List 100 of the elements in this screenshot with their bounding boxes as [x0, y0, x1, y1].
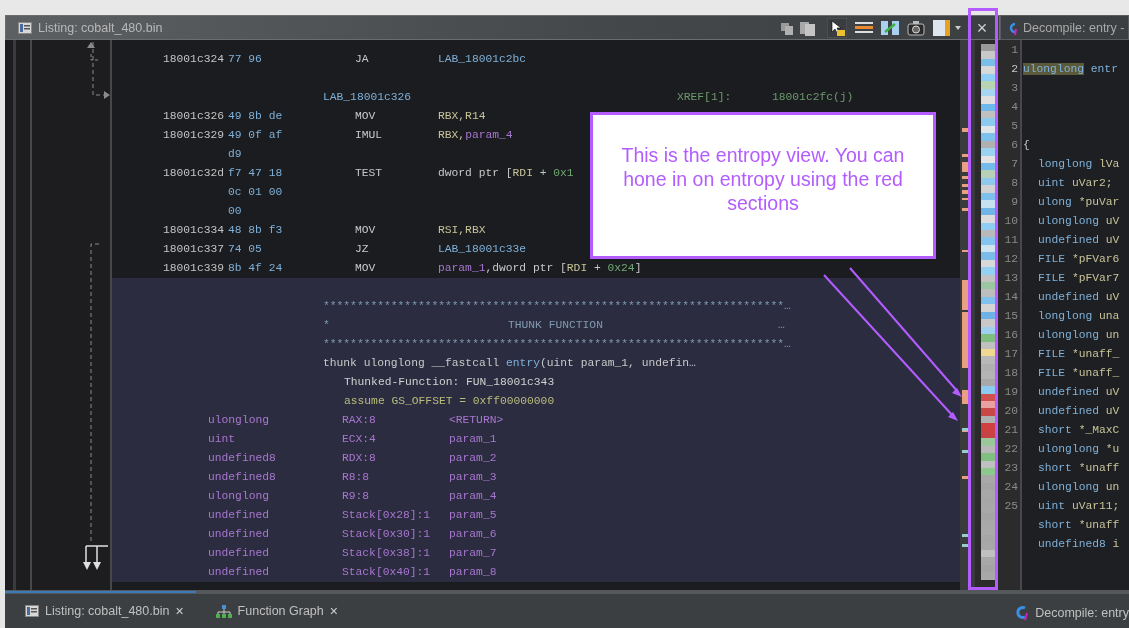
param-storage: RDX:8 — [342, 451, 377, 466]
line-number: 14 — [1003, 290, 1019, 305]
param-storage: Stack[0x38]:1 — [342, 546, 432, 561]
operands-text: RBX,param_4 — [438, 128, 513, 143]
line-number: 22 — [1003, 442, 1019, 457]
line-number: 6 — [1010, 138, 1019, 153]
param-storage: R9:8 — [342, 489, 371, 504]
decompile-icon — [1007, 20, 1019, 35]
list-icon[interactable] — [855, 20, 873, 35]
line-number: 20 — [1003, 404, 1019, 419]
line-number: 4 — [1010, 100, 1019, 115]
operands-text: RSI,RBX — [438, 223, 486, 238]
param-type: ulonglong — [208, 489, 270, 504]
window-title: Listing: cobalt_480.bin — [38, 20, 163, 35]
close-button[interactable]: × — [969, 16, 995, 39]
close-icon[interactable]: × — [329, 603, 338, 619]
line-number: 3 — [1010, 81, 1019, 96]
mnemonic-text: JA — [355, 52, 370, 67]
code-line: ulong *puVar — [1037, 195, 1120, 210]
panel-tab[interactable]: Decompile: entry — [1035, 606, 1129, 620]
param-type: undefined8 — [208, 451, 277, 466]
line-number: 5 — [1010, 119, 1019, 134]
bytes-text: f7 47 18 — [228, 166, 284, 181]
bytes-text: 8b 4f 24 — [228, 261, 284, 276]
address-text: 18001c334 — [163, 223, 225, 238]
line-number: 10 — [1003, 214, 1019, 229]
code-line: undefined uV — [1037, 290, 1120, 305]
bytes-text: 49 8b de — [228, 109, 284, 124]
code-line: ulonglong entr — [1022, 62, 1118, 77]
mnemonic-text: TEST — [355, 166, 384, 181]
line-number: 8 — [1010, 176, 1019, 191]
bytes-text: 0c 01 00 — [228, 185, 284, 200]
panel-tab[interactable]: Function Graph × — [195, 591, 350, 628]
code-line: ulonglong un — [1037, 480, 1120, 495]
address-text: 18001c32d — [163, 166, 225, 181]
line-number: 16 — [1003, 328, 1019, 343]
line-number: 9 — [1010, 195, 1019, 210]
cursor-icon[interactable] — [827, 17, 847, 38]
param-name: param_2 — [449, 451, 497, 466]
bytes-text: d9 — [228, 147, 243, 162]
param-name: param_4 — [449, 489, 497, 504]
line-number: 19 — [1003, 385, 1019, 400]
param-type: undefined8 — [208, 470, 277, 485]
code-line: short *_MaxC — [1037, 423, 1120, 438]
camera-icon[interactable] — [907, 19, 925, 36]
code-line: ulonglong un — [1037, 328, 1120, 343]
mnemonic-text: MOV — [355, 223, 377, 238]
line-number: 23 — [1003, 461, 1019, 476]
banner-text: ********************************************************************… — [323, 299, 791, 314]
code-line: ulonglong *u — [1037, 442, 1120, 457]
xref-value: 18001c2fc(j) — [772, 90, 855, 105]
line-number: 15 — [1003, 309, 1019, 324]
code-line: undefined uV — [1037, 385, 1120, 400]
mnemonic-text: JZ — [355, 242, 370, 257]
thunked-function-text: Thunked-Function: FUN_18001c343 — [344, 375, 555, 390]
operands-text: param_1,dword ptr [RDI + 0x24] — [438, 261, 642, 276]
param-storage: R8:8 — [342, 470, 371, 485]
code-line: FILE *unaff_ — [1037, 366, 1120, 381]
code-line: undefined8 i — [1037, 537, 1120, 552]
code-line: uint uVar2; — [1037, 176, 1113, 191]
panel-tab[interactable]: Listing: cobalt_480.bin × — [5, 591, 196, 628]
address-text: 18001c329 — [163, 128, 225, 143]
line-number: 13 — [1003, 271, 1019, 286]
diff-icon[interactable] — [881, 19, 899, 36]
banner-asterisk: * — [323, 318, 331, 333]
line-number: 21 — [1003, 423, 1019, 438]
operands-text: RBX,R14 — [438, 109, 486, 124]
label-text: LAB_18001c326 — [323, 90, 413, 105]
param-type: undefined — [208, 546, 270, 561]
assume-text: assume GS_OFFSET = 0xff00000000 — [344, 394, 555, 409]
line-number: 24 — [1003, 480, 1019, 495]
operands-text: dword ptr [RDI + 0x1 — [438, 166, 574, 181]
param-type: uint — [208, 432, 237, 447]
param-type: undefined — [208, 565, 270, 580]
line-number: 1 — [1010, 43, 1019, 58]
graph-icon — [215, 604, 232, 618]
code-line: FILE *pFVar7 — [1037, 271, 1120, 286]
param-type: undefined — [208, 508, 270, 523]
code-line: undefined uV — [1037, 233, 1120, 248]
param-storage: Stack[0x30]:1 — [342, 527, 432, 542]
listing-icon — [25, 605, 39, 617]
callout-text: This is the entropy view. You can hone in on entropy using the red sections — [590, 112, 936, 259]
bytes-text: 49 0f af — [228, 128, 284, 143]
close-icon[interactable]: × — [175, 603, 184, 619]
param-storage: Stack[0x28]:1 — [342, 508, 432, 523]
param-name: <RETURN> — [449, 413, 504, 428]
mnemonic-text: IMUL — [355, 128, 384, 143]
param-name: param_8 — [449, 565, 497, 580]
banner-ellipsis: … — [778, 318, 785, 333]
line-number: 25 — [1003, 499, 1019, 514]
param-type: undefined — [208, 527, 270, 542]
mnemonic-text: MOV — [355, 261, 377, 276]
code-line: ulonglong uV — [1037, 214, 1120, 229]
param-name: param_5 — [449, 508, 497, 523]
code-line: longlong lVa — [1037, 157, 1120, 172]
param-type: ulonglong — [208, 413, 270, 428]
line-number: 18 — [1003, 366, 1019, 381]
code-line: { — [1022, 138, 1030, 153]
decompile-title: Decompile: entry - — [1023, 20, 1125, 35]
window-menu-icon[interactable] — [933, 18, 961, 37]
